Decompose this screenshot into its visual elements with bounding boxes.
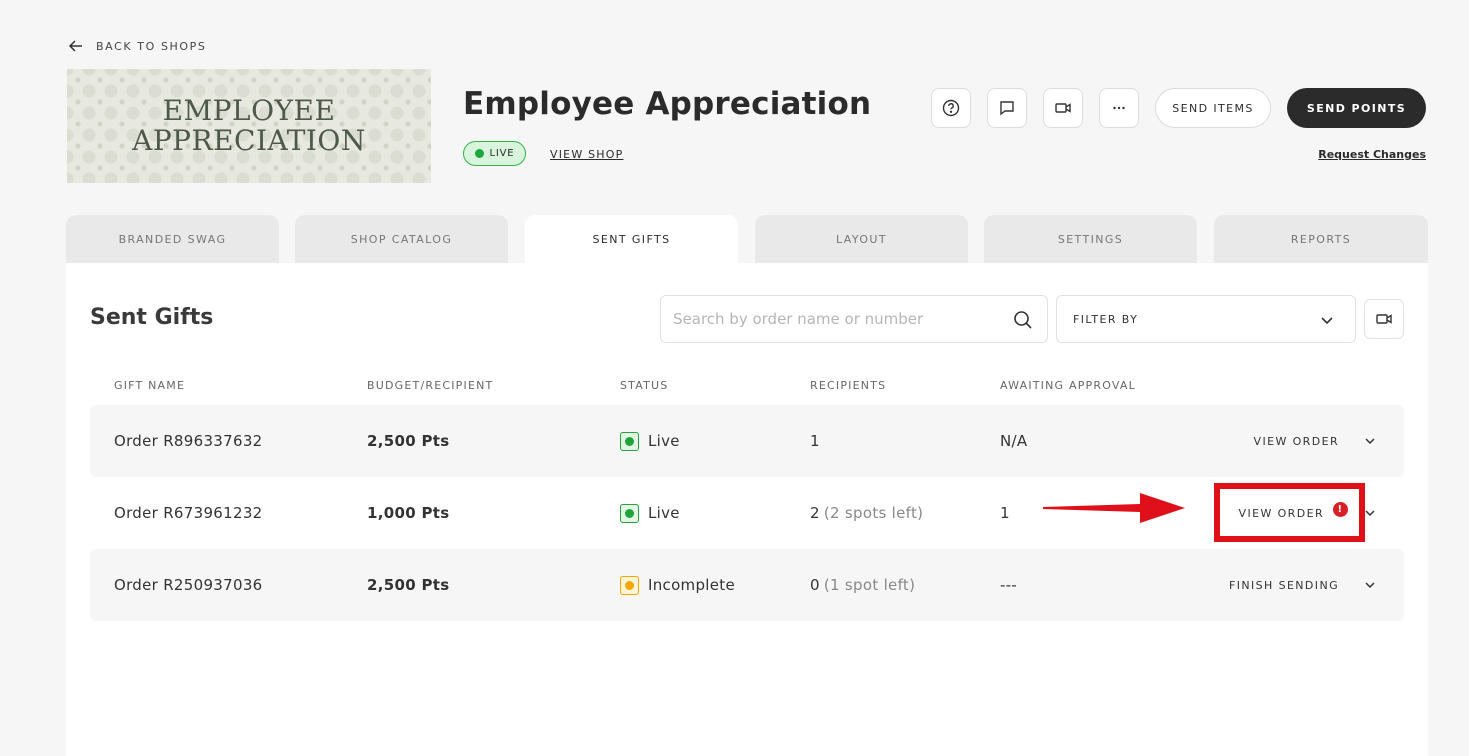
more-icon [1113,106,1125,110]
budget-value: 2,500 Pts [367,576,450,594]
arrow-left-icon [68,40,82,52]
alert-badge-icon: ! [1333,501,1348,517]
table-row[interactable]: Order R250937036 2,500 Pts Incomplete 0 … [90,549,1404,621]
help-icon [942,99,960,117]
banner-line-2: APPRECIATION [132,124,366,157]
view-shop-link[interactable]: VIEW SHOP [550,148,623,161]
tab-reports[interactable]: REPORTS [1214,215,1428,263]
sent-gifts-panel: Sent Gifts FILTER BY GIFT NAME BUDGET/RE… [66,263,1428,756]
annotation-arrow-icon [1043,493,1185,523]
awaiting-approval-value: 1 [1000,504,1010,522]
recipients-spots-left: (2 spots left) [823,504,924,522]
chevron-down-icon[interactable] [1362,577,1378,593]
tab-settings[interactable]: SETTINGS [984,215,1197,263]
tab-layout[interactable]: LAYOUT [755,215,968,263]
back-to-shops-link[interactable]: BACK TO SHOPS [68,38,206,54]
recipients-cell: 0 (1 spot left) [810,549,915,621]
recipients-cell: 2 (2 spots left) [810,477,923,549]
live-status-badge: LIVE [463,141,526,166]
finish-sending-button[interactable]: FINISH SENDING [1229,549,1339,621]
awaiting-approval-value: N/A [1000,432,1028,450]
status-label: Live [648,504,680,522]
table-row[interactable]: Order R896337632 2,500 Pts Live 1 N/A VI… [90,405,1404,477]
page-title: Employee Appreciation [463,86,872,122]
status-cell: Live [620,405,680,477]
chevron-down-icon[interactable] [1362,505,1378,521]
column-header-budget: BUDGET/RECIPIENT [367,379,494,392]
column-header-gift-name: GIFT NAME [114,379,186,392]
chevron-down-icon[interactable] [1362,433,1378,449]
gift-name: Order R250937036 [114,576,263,594]
send-items-button[interactable]: SEND ITEMS [1155,88,1271,128]
view-order-button[interactable]: VIEW ORDER ! [1239,477,1348,549]
filter-dropdown[interactable]: FILTER BY [1056,295,1356,343]
help-button[interactable] [931,88,971,128]
live-label: LIVE [489,148,515,159]
chevron-down-icon [1321,317,1333,325]
view-order-label: VIEW ORDER [1238,506,1324,520]
video-icon [1376,314,1392,324]
status-cell: Incomplete [620,549,735,621]
recipients-spots-left: (1 spot left) [823,576,916,594]
status-label: Live [648,432,680,450]
send-points-button[interactable]: SEND POINTS [1287,88,1426,128]
section-title: Sent Gifts [90,305,214,330]
recipients-count: 1 [810,432,820,450]
live-dot-icon [474,149,484,158]
awaiting-approval-value: --- [1000,576,1018,594]
incomplete-status-icon [620,575,639,595]
live-status-icon [620,503,639,523]
shop-tabs: BRANDED SWAG SHOP CATALOG SENT GIFTS LAY… [66,215,1428,263]
gift-name: Order R896337632 [114,432,263,450]
chat-button[interactable] [987,88,1027,128]
video-icon [1055,103,1071,113]
back-label: BACK TO SHOPS [96,39,207,53]
status-label: Incomplete [648,576,735,594]
tab-branded-swag[interactable]: BRANDED SWAG [66,215,279,263]
column-header-recipients: RECIPIENTS [810,379,887,392]
search-icon[interactable] [1013,310,1033,330]
tab-shop-catalog[interactable]: SHOP CATALOG [295,215,508,263]
search-input[interactable] [673,296,1003,342]
live-status-icon [620,431,639,451]
column-header-awaiting-approval: AWAITING APPROVAL [1000,379,1136,392]
shop-banner-image: EMPLOYEE APPRECIATION [67,69,431,183]
column-header-status: STATUS [620,379,669,392]
table-row[interactable]: Order R673961232 1,000 Pts Live 2 (2 spo… [90,477,1404,549]
tab-sent-gifts[interactable]: SENT GIFTS [525,215,738,263]
view-order-button[interactable]: VIEW ORDER [1254,405,1339,477]
recipients-count: 2 [810,504,820,522]
banner-line-1: EMPLOYEE [162,94,336,127]
budget-value: 1,000 Pts [367,504,450,522]
status-cell: Live [620,477,680,549]
more-options-button[interactable] [1099,88,1139,128]
chat-icon [1000,101,1014,116]
search-box [660,295,1048,343]
gift-name: Order R673961232 [114,504,263,522]
budget-value: 2,500 Pts [367,432,450,450]
filter-label: FILTER BY [1073,312,1139,326]
video-button[interactable] [1043,88,1083,128]
recipients-cell: 1 [810,405,820,477]
request-changes-link[interactable]: Request Changes [1318,148,1426,161]
recipients-count: 0 [810,576,820,594]
video-tutorial-button[interactable] [1364,299,1404,339]
